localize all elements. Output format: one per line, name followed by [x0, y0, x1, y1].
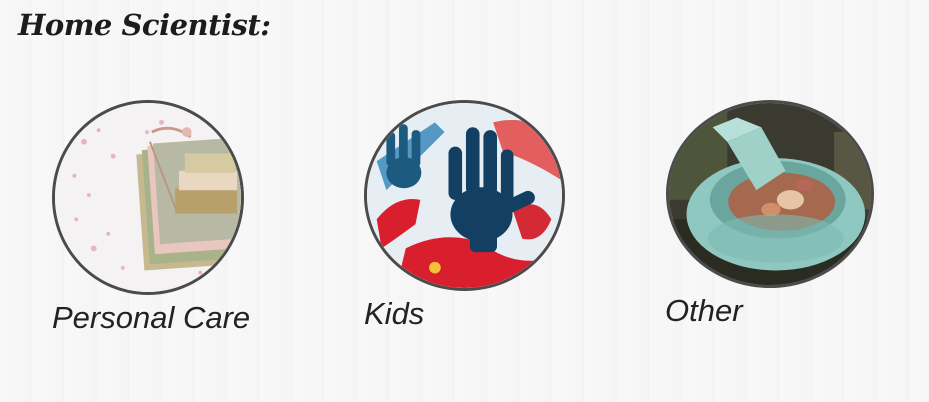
category-card-kids[interactable]: Kids: [364, 100, 569, 340]
category-label-personal-care[interactable]: Personal Care: [52, 300, 250, 336]
soap-bars-illustration: [55, 103, 241, 292]
category-card-personal-care[interactable]: Personal Care: [52, 100, 267, 345]
category-label-other[interactable]: Other: [665, 293, 743, 329]
page-title: Home Scientist:: [18, 8, 271, 42]
handprints-illustration: [367, 103, 562, 288]
category-card-other[interactable]: Other: [665, 100, 875, 335]
kids-image[interactable]: [364, 100, 565, 291]
mortar-pestle-illustration: [669, 103, 871, 285]
category-label-kids[interactable]: Kids: [364, 296, 424, 332]
personal-care-image[interactable]: [52, 100, 244, 295]
other-image[interactable]: [666, 100, 874, 288]
